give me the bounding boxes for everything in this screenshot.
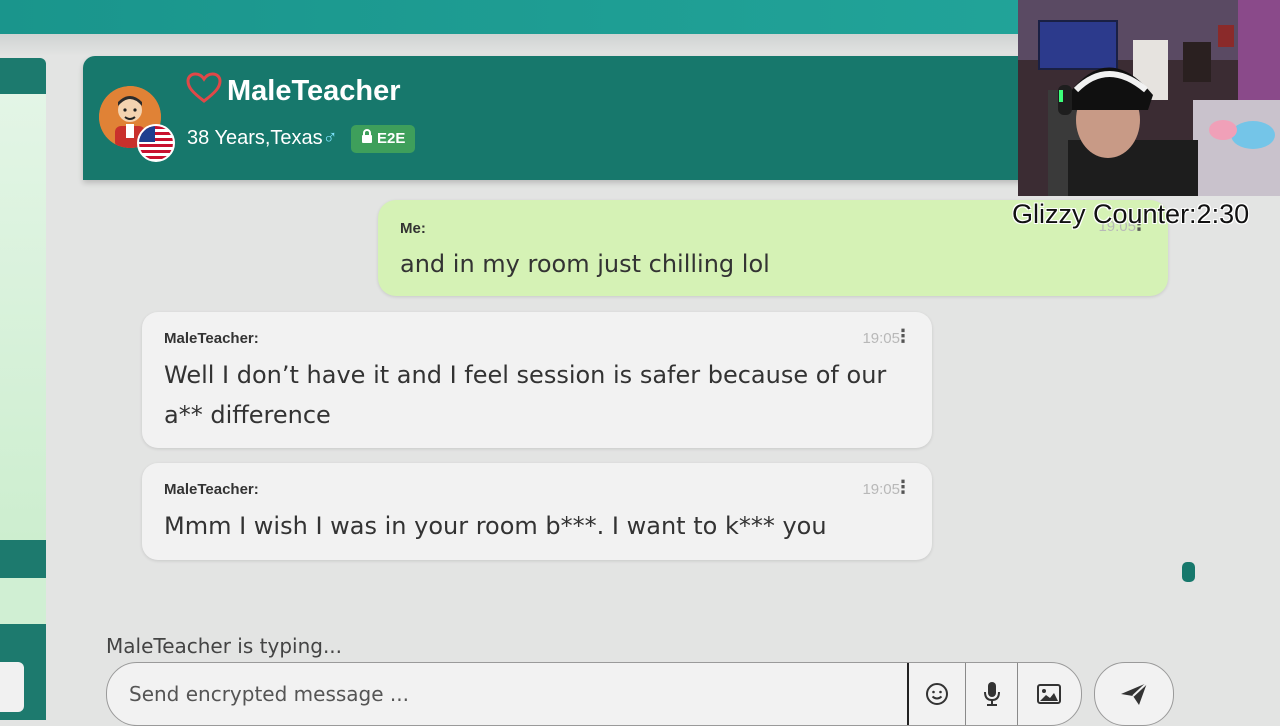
chat-header: MaleTeacher 38 Years,Texas♂ E2E: [83, 56, 1043, 180]
sidebar-divider: [0, 540, 46, 578]
message-incoming: MaleTeacher: Mmm I wish I was in your ro…: [142, 463, 932, 560]
image-icon: [1037, 684, 1061, 704]
emoji-icon: [926, 683, 948, 705]
webcam-feed-image: [1018, 0, 1280, 196]
message-sender: MaleTeacher:: [164, 481, 259, 498]
message-options-icon[interactable]: ⋮: [894, 479, 912, 497]
message-composer: [106, 662, 1082, 726]
sidebar-chat-item[interactable]: [0, 94, 46, 540]
sidebar-search-input[interactable]: [0, 662, 24, 712]
contact-age-location: 38 Years,Texas: [187, 127, 323, 149]
send-button[interactable]: [1094, 662, 1174, 726]
e2e-encryption-badge: E2E: [351, 125, 416, 153]
send-icon: [1121, 682, 1148, 705]
message-sender: MaleTeacher:: [164, 330, 259, 347]
message-incoming: MaleTeacher: Well I don’t have it and I …: [142, 312, 932, 448]
message-input[interactable]: [107, 663, 929, 725]
message-text: and in my room just chilling lol: [400, 250, 770, 278]
sidebar-header: [0, 58, 46, 94]
sidebar-item[interactable]: [0, 578, 46, 624]
microphone-icon: [983, 682, 1000, 706]
message-sender: Me:: [400, 220, 426, 237]
message-text: Well I don’t have it and I feel session …: [164, 361, 887, 429]
emoji-button[interactable]: [909, 663, 965, 725]
contact-details: 38 Years,Texas♂: [187, 124, 338, 152]
e2e-label: E2E: [377, 130, 406, 147]
message-text: Mmm I wish I was in your room b***. I wa…: [164, 512, 827, 540]
chat-scrollbar-thumb[interactable]: [1182, 562, 1195, 582]
message-options-icon[interactable]: ⋮: [894, 328, 912, 346]
us-flag-icon: [137, 124, 175, 162]
send-image-button[interactable]: [1018, 663, 1080, 725]
favorite-heart-icon[interactable]: [186, 72, 222, 113]
webcam-overlay: [1018, 0, 1280, 196]
male-gender-icon: ♂: [322, 127, 338, 149]
typing-indicator: MaleTeacher is typing...: [106, 634, 343, 658]
contact-name: MaleTeacher: [227, 75, 401, 107]
voice-message-button[interactable]: [966, 663, 1017, 725]
glizzy-counter-overlay: Glizzy Counter:2:30: [1012, 199, 1250, 229]
lock-icon: [361, 125, 373, 153]
